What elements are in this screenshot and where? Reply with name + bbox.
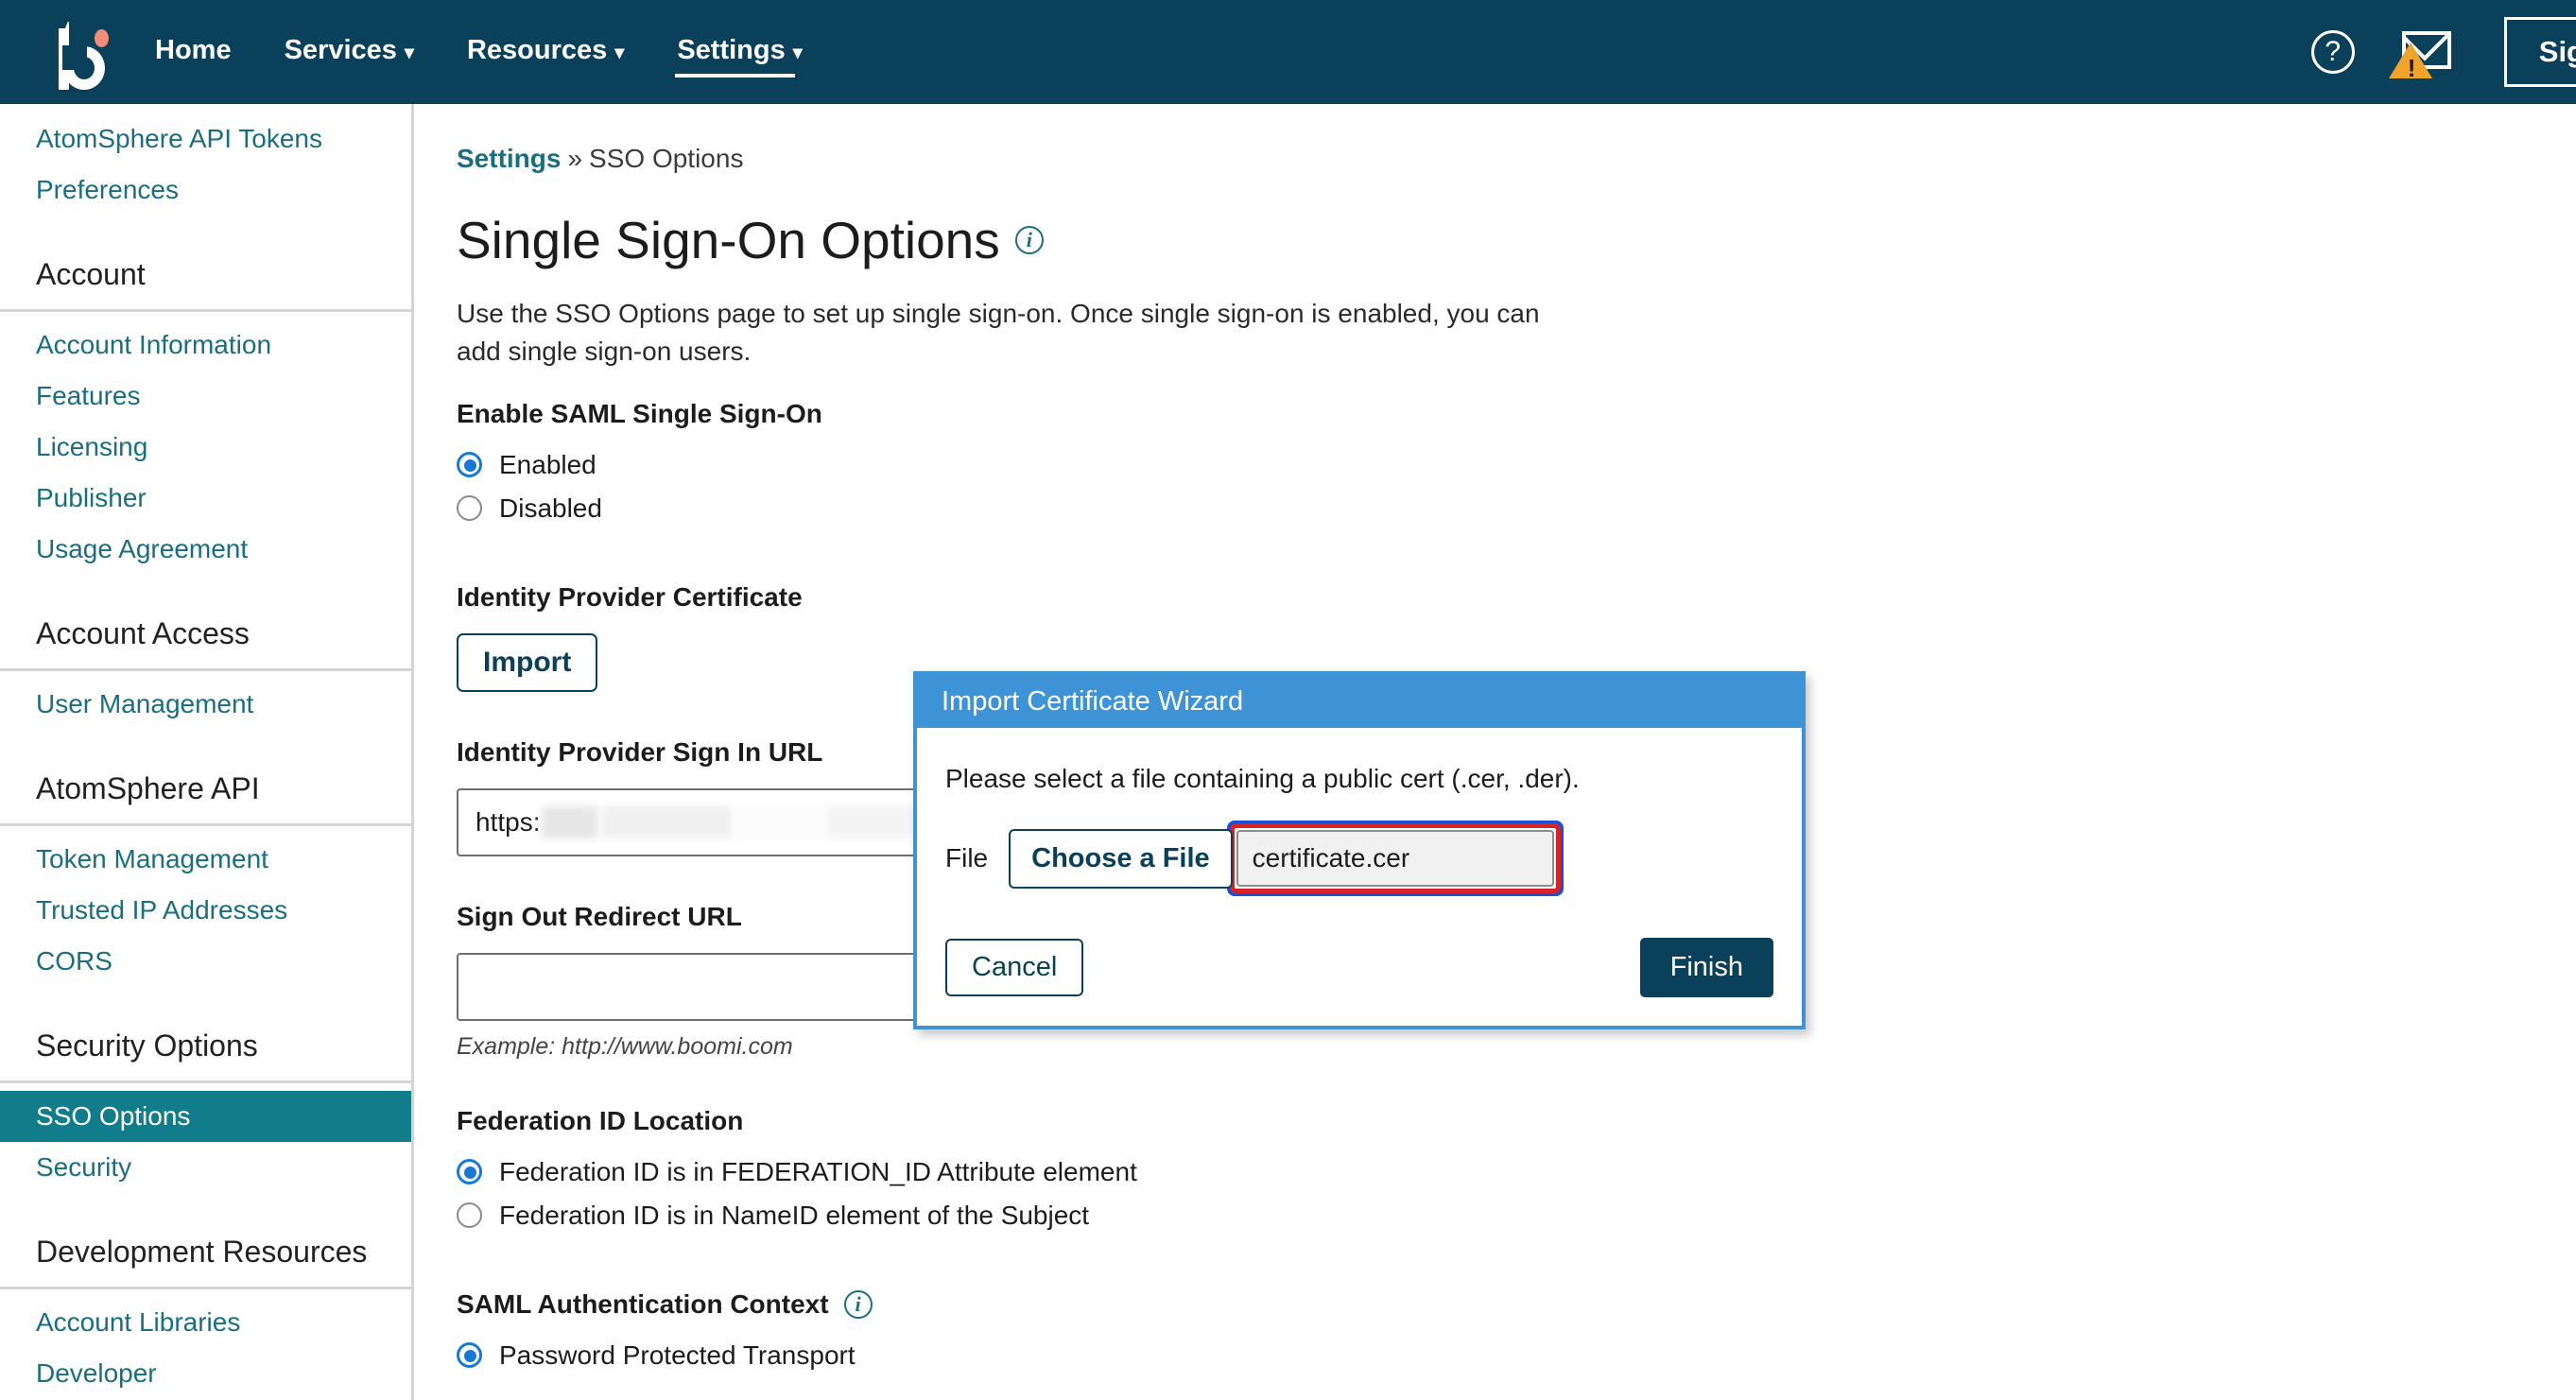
sidebar-section-atomsphere-api: AtomSphere API [0,730,411,826]
sidebar-section-account: Account [0,216,411,312]
nav-item-settings-label: Settings [677,34,786,65]
file-chooser-row: File Choose a File certificate.cer [945,821,1773,896]
primary-nav-links: Home Services ▾ Resources ▾ Settings ▾ [153,0,854,104]
help-icon-glyph: ? [2325,36,2342,67]
mail-warning-icon[interactable]: ! [2388,27,2451,82]
breadcrumb: Settings» SSO Options [457,144,2576,174]
breadcrumb-current: SSO Options [589,144,744,173]
sidebar-item-token-management[interactable]: Token Management [0,834,411,885]
file-field-label: File [945,843,989,873]
radio-password-protected-transport[interactable]: Password Protected Transport [457,1340,2576,1371]
breadcrumb-separator: » [567,144,583,173]
info-icon[interactable]: i [1014,226,1044,254]
page-title: Single Sign-On Options i [457,210,2576,270]
file-name-focus-highlight: certificate.cer [1226,821,1564,896]
sidebar-item-security[interactable]: Security [0,1142,411,1193]
cancel-button[interactable]: Cancel [945,939,1084,996]
import-certificate-button[interactable]: Import [457,632,598,692]
dialog-instruction: Please select a file containing a public… [945,764,1580,793]
help-icon[interactable]: ? [2310,30,2355,74]
chevron-down-icon: ▾ [792,42,803,63]
sidebar-item-account-information[interactable]: Account Information [0,320,411,371]
choose-a-file-button[interactable]: Choose a File [1009,828,1233,889]
chevron-down-icon: ▾ [404,42,414,63]
finish-button[interactable]: Finish [1639,938,1773,997]
enable-saml-label: Enable SAML Single Sign-On [457,398,822,428]
radio-saml-enabled-label: Enabled [499,449,596,479]
redacted-block [542,805,598,838]
sidebar-item-licensing[interactable]: Licensing [0,422,411,473]
sidebar-item-account-libraries[interactable]: Account Libraries [0,1297,411,1348]
top-navigation-bar: Home Services ▾ Resources ▾ Settings ▾ ? ! … [0,0,2576,104]
nav-item-home[interactable]: Home [153,29,233,76]
sidebar-item-publisher[interactable]: Publisher [0,473,411,524]
sidebar-section-security-options: Security Options [0,987,411,1083]
logo-bowl [62,45,105,90]
radio-icon-selected [457,452,482,477]
dialog-footer: Cancel Finish [945,938,1773,997]
radio-federation-attribute[interactable]: Federation ID is in FEDERATION_ID Attrib… [457,1157,2576,1187]
saml-auth-context-label-text: SAML Authentication Context [457,1288,829,1319]
sidebar-item-usage-agreement[interactable]: Usage Agreement [0,524,411,575]
sidebar-item-features[interactable]: Features [0,371,411,422]
sidebar-item-user-management[interactable]: User Management [0,679,411,730]
dialog-title: Import Certificate Wizard [917,675,1802,728]
radio-icon-unselected [457,1202,482,1228]
page-title-text: Single Sign-On Options [457,211,1000,269]
sign-out-button[interactable]: Sig [2503,17,2576,87]
chevron-down-icon: ▾ [614,42,625,63]
logo-dot [95,29,109,47]
idp-signin-url-value-prefix: https: [475,806,541,837]
nav-item-services[interactable]: Services ▾ [283,29,416,76]
radio-icon-selected [457,1342,482,1368]
radio-federation-nameid-label: Federation ID is in NameID element of th… [499,1200,1090,1230]
file-name-input[interactable]: certificate.cer [1236,830,1554,887]
idp-certificate-label: Identity Provider Certificate [457,581,803,612]
settings-sidebar: AtomSphere API Tokens Preferences Accoun… [0,104,414,1400]
sidebar-item-atomsphere-api-tokens[interactable]: AtomSphere API Tokens [0,113,411,164]
sidebar-item-developer[interactable]: Developer [0,1348,411,1399]
signout-redirect-url-hint: Example: http://www.boomi.com [457,1032,793,1060]
saml-auth-context-label: SAML Authentication Context i [457,1289,2576,1320]
radio-icon-selected [457,1159,482,1184]
nav-item-resources-label: Resources [466,34,608,65]
page-description: Use the SSO Options page to set up singl… [457,299,1540,366]
radio-password-protected-transport-label: Password Protected Transport [499,1340,856,1370]
sidebar-section-account-access: Account Access [0,575,411,671]
radio-icon-unselected [457,495,482,521]
breadcrumb-link-settings[interactable]: Settings [457,144,561,173]
dialog-body: Please select a file containing a public… [917,728,1802,1026]
sidebar-item-preferences[interactable]: Preferences [0,164,411,216]
radio-saml-disabled-label: Disabled [499,493,602,523]
sidebar-item-cors[interactable]: CORS [0,936,411,987]
warning-exclamation-glyph: ! [2407,54,2416,82]
radio-federation-nameid[interactable]: Federation ID is in NameID element of th… [457,1201,2576,1231]
sidebar-item-sso-options[interactable]: SSO Options [0,1091,411,1142]
nav-item-services-label: Services [284,34,397,65]
nav-item-resources[interactable]: Resources ▾ [465,29,626,76]
nav-item-settings[interactable]: Settings ▾ [675,29,804,78]
nav-right-actions: ? ! Sig [2310,0,2576,104]
sidebar-section-development-resources: Development Resources [0,1193,411,1289]
radio-saml-enabled[interactable]: Enabled [457,450,2576,480]
radio-federation-attribute-label: Federation ID is in FEDERATION_ID Attrib… [499,1156,1137,1186]
info-icon[interactable]: i [843,1289,873,1319]
nav-item-home-label: Home [155,34,232,65]
boomi-logo[interactable] [47,14,109,90]
radio-saml-disabled[interactable]: Disabled [457,493,2576,524]
redacted-block [735,805,823,838]
import-certificate-wizard-dialog: Import Certificate Wizard Please select … [913,671,1806,1029]
sidebar-item-trusted-ip-addresses[interactable]: Trusted IP Addresses [0,885,411,936]
redacted-block [601,805,732,838]
federation-id-location-label: Federation ID Location [457,1105,744,1135]
